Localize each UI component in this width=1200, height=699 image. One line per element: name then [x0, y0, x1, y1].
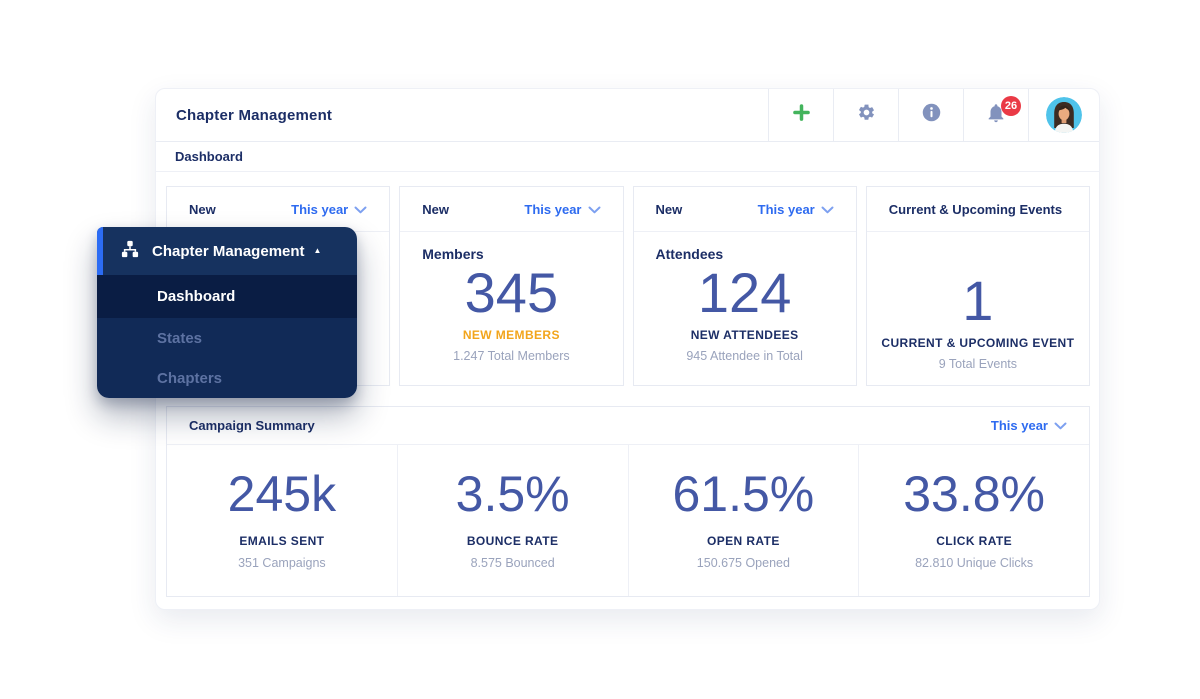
stat-card-head: Current & Upcoming Events: [866, 187, 1089, 232]
stat-card-head: New This year: [400, 187, 623, 232]
stat-value: 3.5%: [455, 466, 570, 522]
page-title: Chapter Management: [176, 106, 333, 124]
stat-subtext: 351 Campaigns: [238, 556, 326, 570]
breadcrumb: Dashboard: [156, 142, 1099, 172]
stat-value: 345: [464, 261, 559, 324]
nav-item-dashboard[interactable]: Dashboard: [97, 275, 357, 318]
accent-bar: [97, 227, 103, 275]
card-body: Members 345 NEW MEMBERS 1.247 Total Memb…: [400, 232, 622, 363]
stat-value: 61.5%: [672, 466, 815, 522]
chevron-down-icon: [588, 202, 601, 217]
sitemap-icon: [120, 239, 140, 264]
nav-menu-items: Dashboard States Chapters: [97, 275, 357, 398]
nav-menu-title: Chapter Management: [152, 242, 305, 260]
card-body: 1 CURRENT & UPCOMING EVENT 9 Total Event…: [867, 232, 1089, 371]
stat-value: 245k: [227, 466, 337, 522]
stat-highlight: NEW MEMBERS: [462, 328, 560, 343]
stat-card-members: New This year Members 345 NEW MEMBERS 1.…: [399, 186, 624, 386]
profile-button[interactable]: [1028, 89, 1099, 141]
stat-value: 1: [962, 269, 994, 332]
card-body: Attendees 124 NEW ATTENDEES 945 Attendee…: [634, 232, 856, 363]
period-label: This year: [757, 201, 815, 217]
card-title: Current & Upcoming Events: [888, 201, 1063, 217]
notification-count-badge: 26: [1001, 96, 1021, 116]
stat-subtext: 150.675 Opened: [696, 556, 790, 570]
period-selector[interactable]: This year: [758, 202, 834, 217]
stat-subtext: 8.575 Bounced: [470, 556, 555, 570]
period-selector[interactable]: This year: [524, 202, 600, 217]
campaign-summary-header: Campaign Summary This year: [167, 407, 1089, 445]
add-button[interactable]: [768, 89, 833, 141]
stat-value: 124: [697, 261, 792, 324]
plus-icon: [791, 102, 812, 128]
stat-subtext: 945 Attendee in Total: [686, 349, 803, 364]
info-icon: [921, 102, 942, 128]
stat-card-attendees: New This year Attendees 124 NEW ATTENDEE…: [632, 186, 857, 386]
stat-card-head: New This year: [633, 187, 856, 232]
card-filter-label: New: [422, 201, 449, 217]
nav-item-chapters[interactable]: Chapters: [97, 358, 357, 398]
chevron-down-icon: [354, 202, 367, 217]
screen: Chapter Management 26 Dashboard New This…: [0, 0, 1200, 699]
campaign-stat-click-rate: 33.8% CLICK RATE 82.810 Unique Clicks: [858, 445, 1089, 596]
stat-card-events: Current & Upcoming Events 1 CURRENT & UP…: [865, 186, 1090, 386]
campaign-stat-emails-sent: 245k EMAILS SENT 351 Campaigns: [167, 445, 397, 596]
stat-subtext: 9 Total Events: [938, 357, 1018, 372]
stat-label: BOUNCE RATE: [466, 534, 559, 548]
card-filter-label: New: [189, 201, 216, 217]
campaign-summary-section: Campaign Summary This year 245k EMAILS S…: [166, 406, 1090, 597]
gear-icon: [857, 103, 876, 127]
breadcrumb-label: Dashboard: [175, 149, 243, 164]
stat-label: OPEN RATE: [707, 534, 780, 548]
campaign-stat-bounce-rate: 3.5% BOUNCE RATE 8.575 Bounced: [396, 445, 628, 596]
info-button[interactable]: [898, 89, 963, 141]
stat-subtext: 1.247 Total Members: [453, 349, 570, 364]
caret-up-icon: ▲: [313, 246, 322, 255]
stat-highlight: NEW ATTENDEES: [690, 328, 799, 343]
period-selector[interactable]: This year: [291, 202, 367, 217]
avatar: [1046, 97, 1082, 133]
stat-subtext: 82.810 Unique Clicks: [915, 556, 1034, 570]
period-label: This year: [990, 418, 1048, 433]
card-title: Members: [422, 246, 484, 262]
section-title: Campaign Summary: [189, 418, 315, 433]
stat-value: 33.8%: [903, 466, 1046, 522]
stat-label: CLICK RATE: [936, 534, 1013, 548]
chevron-down-icon: [1054, 418, 1067, 433]
notifications-button[interactable]: 26: [963, 89, 1028, 141]
campaign-stat-open-rate: 61.5% OPEN RATE 150.675 Opened: [627, 445, 859, 596]
app-header: Chapter Management 26: [156, 89, 1099, 142]
chevron-down-icon: [821, 202, 834, 217]
nav-item-states[interactable]: States: [97, 318, 357, 358]
campaign-stats-grid: 245k EMAILS SENT 351 Campaigns 3.5% BOUN…: [167, 445, 1089, 596]
nav-menu-toggle[interactable]: Chapter Management ▲: [97, 227, 357, 275]
settings-button[interactable]: [833, 89, 898, 141]
nav-dropdown-menu: Chapter Management ▲ Dashboard States Ch…: [97, 227, 357, 398]
card-filter-label: New: [655, 201, 683, 217]
stat-card-head: New This year: [167, 187, 390, 232]
stat-highlight: CURRENT & UPCOMING EVENT: [881, 336, 1075, 351]
card-title: Attendees: [655, 246, 724, 262]
period-label: This year: [291, 201, 349, 217]
stat-label: EMAILS SENT: [239, 534, 325, 548]
period-selector[interactable]: This year: [991, 418, 1067, 433]
period-label: This year: [524, 201, 582, 217]
